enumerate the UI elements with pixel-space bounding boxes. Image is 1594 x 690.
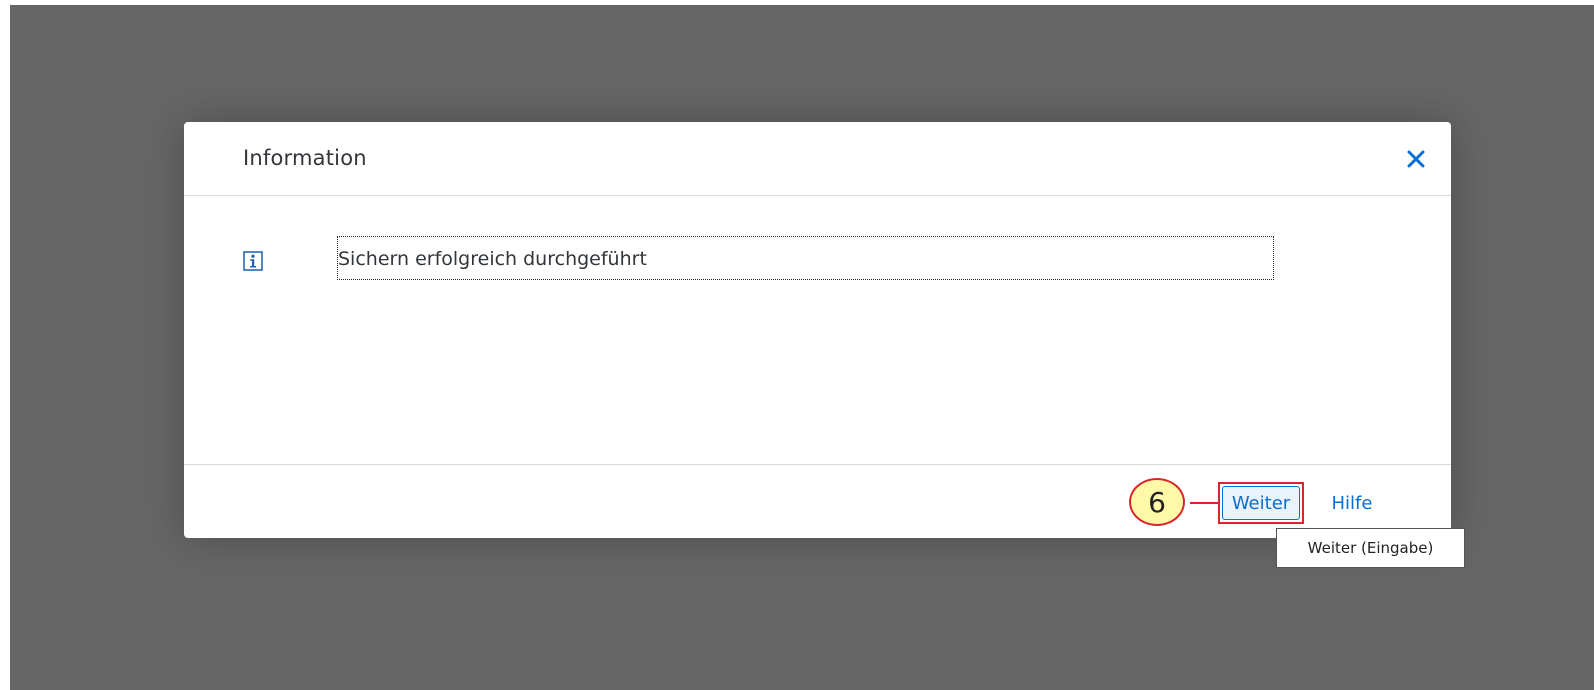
weiter-tooltip: Weiter (Eingabe) xyxy=(1276,528,1465,568)
dialog-header: Information xyxy=(184,122,1451,196)
step-connector xyxy=(1190,502,1220,504)
weiter-button-label: Weiter xyxy=(1222,486,1300,520)
information-dialog: Information Sichern erfolgreich durchgef… xyxy=(184,122,1465,568)
status-message: Sichern erfolgreich durchgeführt xyxy=(337,236,1274,280)
dialog-footer: 6 Weiter Hilfe Weiter (Eingabe) xyxy=(184,464,1465,568)
close-button[interactable] xyxy=(1399,142,1433,176)
modal-overlay: Information Sichern erfolgreich durchgef… xyxy=(10,5,1594,690)
dialog-title: Information xyxy=(243,146,367,170)
weiter-button[interactable]: Weiter xyxy=(1218,482,1304,524)
step-badge: 6 xyxy=(1129,478,1185,526)
info-icon xyxy=(243,251,263,271)
close-icon xyxy=(1407,150,1425,168)
hilfe-button[interactable]: Hilfe xyxy=(1317,482,1387,524)
